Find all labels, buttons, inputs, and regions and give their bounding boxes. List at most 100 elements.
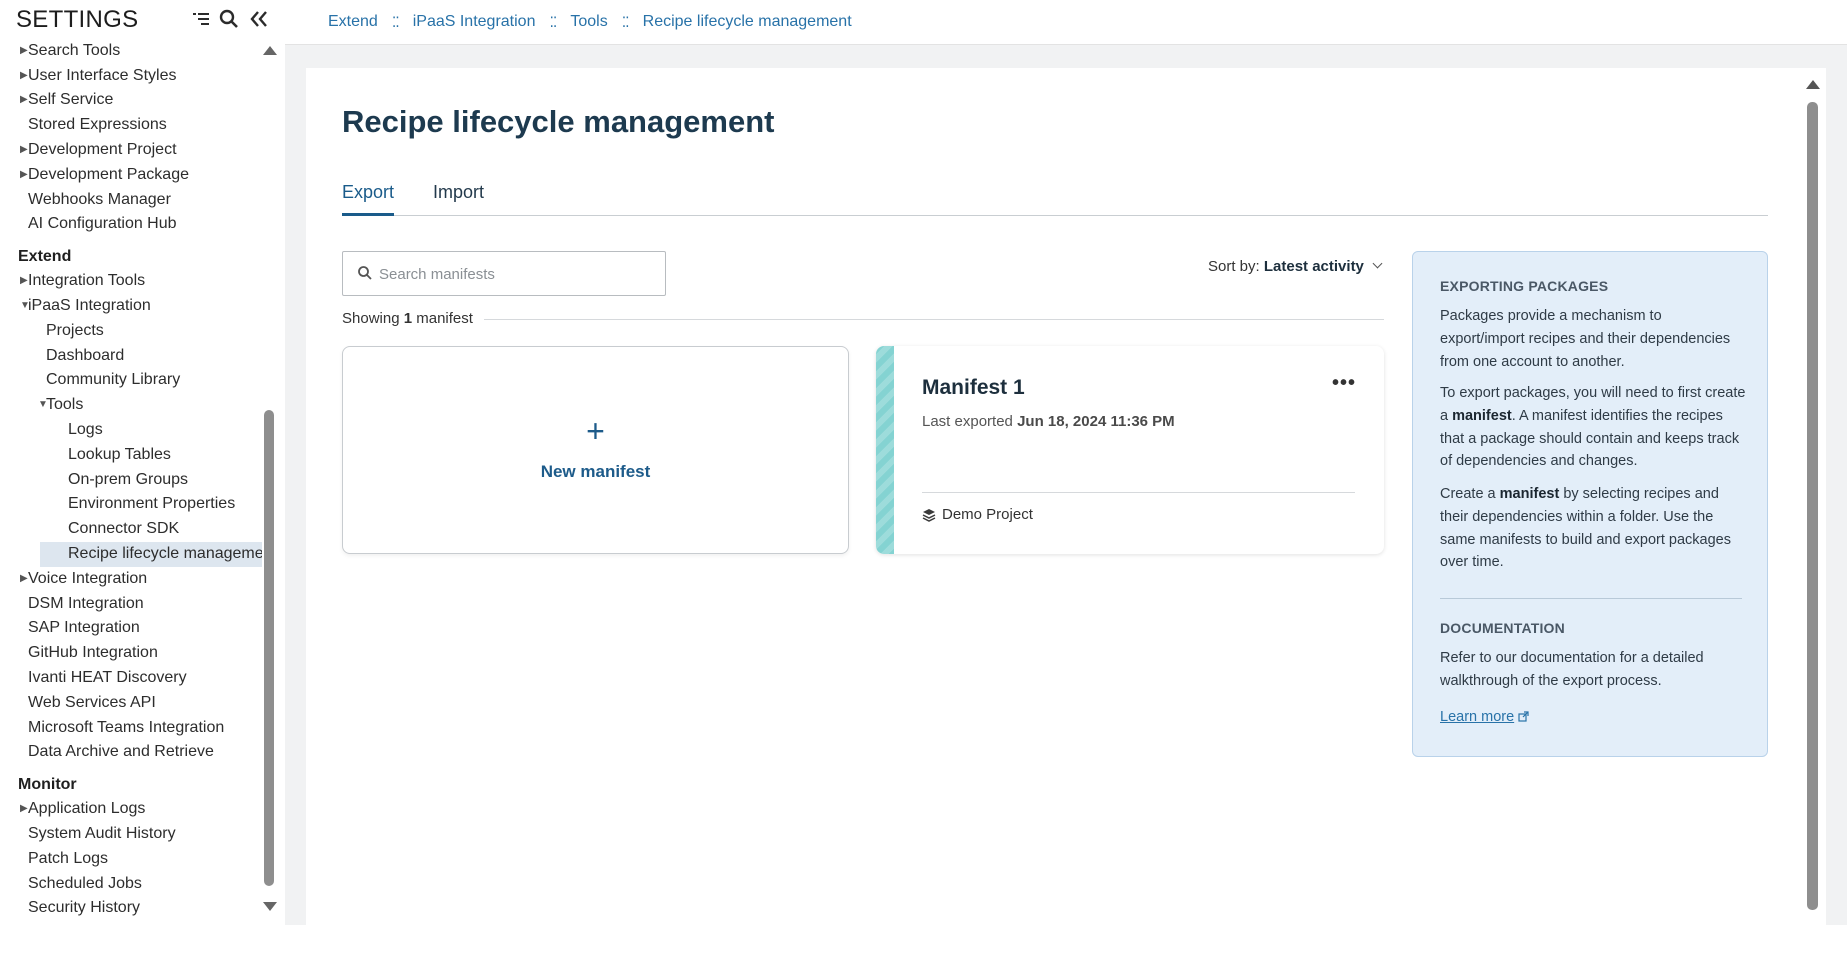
- search-icon[interactable]: [218, 8, 240, 30]
- sidebar-item[interactable]: ▶ Voice Integration: [0, 567, 262, 592]
- sidebar-item-label: Lookup Tables: [68, 445, 171, 463]
- sidebar-item[interactable]: AI Configuration Hub: [0, 212, 262, 237]
- main-scroll-thumb[interactable]: [1807, 102, 1818, 910]
- manifest-color-stripe: [876, 346, 894, 554]
- sidebar-scrollbar[interactable]: [262, 36, 277, 926]
- main-scrollbar[interactable]: [1804, 76, 1820, 912]
- sidebar-item[interactable]: ▼ iPaaS Integration: [0, 294, 262, 319]
- new-manifest-button[interactable]: + New manifest: [342, 346, 849, 554]
- breadcrumb-separator-icon: ⁚⁚: [549, 13, 557, 30]
- sidebar-item-label: Dashboard: [46, 346, 125, 364]
- learn-more-link[interactable]: Learn more: [1440, 709, 1529, 725]
- sidebar-item-label: Ivanti HEAT Discovery: [28, 668, 187, 686]
- search-icon: [357, 265, 373, 281]
- search-box[interactable]: [342, 251, 666, 296]
- sidebar-item[interactable]: System Audit History: [0, 822, 262, 847]
- manifest-last-exported: Last exported Jun 18, 2024 11:36 PM: [922, 413, 1175, 430]
- breadcrumb-separator-icon: ⁚⁚: [391, 13, 400, 30]
- sidebar-item[interactable]: Microsoft Teams Integration: [0, 716, 262, 741]
- sidebar-item[interactable]: Environment Properties: [0, 492, 262, 517]
- breadcrumb-separator-icon: ⁚⁚: [621, 13, 630, 30]
- last-exported-date: Jun 18, 2024 11:36 PM: [1017, 413, 1175, 430]
- sidebar-item-label: Development Project: [28, 140, 177, 158]
- breadcrumb-link[interactable]: iPaaS Integration: [413, 13, 536, 31]
- sidebar-tree: ▶Reports▶Search Tools▶User Interface Sty…: [0, 36, 262, 921]
- search-manifests-input[interactable]: [379, 261, 659, 287]
- sidebar-item-label: Stored Expressions: [28, 116, 167, 134]
- sidebar-item[interactable]: Ivanti HEAT Discovery: [0, 666, 262, 691]
- sidebar-item-label: Data Archive and Retrieve: [28, 743, 214, 761]
- sidebar-section-heading: Extend: [18, 248, 72, 266]
- sidebar-item[interactable]: ▼ Tools: [0, 393, 262, 418]
- sidebar-item-label: SAP Integration: [28, 619, 140, 637]
- sidebar-item-label: Security History: [28, 899, 141, 917]
- sidebar-item[interactable]: Recipe lifecycle managemer: [40, 541, 262, 567]
- sidebar-item[interactable]: On-prem Groups: [0, 468, 262, 493]
- external-link-icon: [1518, 710, 1529, 722]
- sidebar-item[interactable]: GitHub Integration: [0, 641, 262, 666]
- sidebar-item-label: iPaaS Integration: [28, 296, 151, 314]
- sidebar-item-label: Search Tools: [28, 41, 121, 59]
- sidebar-item-label: Application Logs: [28, 800, 146, 818]
- results-count: Showing 1 manifest: [342, 310, 473, 327]
- sidebar-header: SETTINGS: [0, 0, 285, 36]
- info-text: Create a: [1440, 486, 1500, 502]
- info-heading-exporting: EXPORTING PACKAGES: [1440, 278, 1609, 294]
- scroll-up-arrow-icon[interactable]: [263, 46, 277, 55]
- sidebar-item[interactable]: ▶ Application Logs: [0, 797, 262, 822]
- sidebar-item-label: Web Services API: [28, 693, 156, 711]
- page-title: Recipe lifecycle management: [342, 104, 775, 139]
- sort-value: Latest activity: [1263, 258, 1364, 275]
- collapse-double-chevron-icon[interactable]: [248, 8, 270, 30]
- sort-dropdown[interactable]: Sort by: Latest activity: [1208, 258, 1383, 275]
- sidebar-item[interactable]: Projects: [0, 319, 262, 344]
- breadcrumb-link[interactable]: Extend: [328, 13, 378, 31]
- sidebar-item[interactable]: Web Services API: [0, 691, 262, 716]
- scroll-up-arrow-icon[interactable]: [1806, 80, 1820, 89]
- tab-import[interactable]: Import: [433, 180, 484, 216]
- sidebar-item[interactable]: Dashboard: [0, 344, 262, 369]
- divider: [1440, 598, 1742, 599]
- sidebar-item[interactable]: Logs: [0, 418, 262, 443]
- info-heading-documentation: DOCUMENTATION: [1440, 620, 1565, 636]
- manifest-title[interactable]: Manifest 1: [922, 376, 1025, 400]
- sidebar-item[interactable]: Webhooks Manager: [0, 188, 262, 213]
- sidebar-item[interactable]: Security History: [0, 896, 262, 921]
- sidebar-item[interactable]: Stored Expressions: [0, 113, 262, 138]
- sidebar-item[interactable]: DSM Integration: [0, 592, 262, 617]
- sidebar-item[interactable]: Lookup Tables: [0, 443, 262, 468]
- window-bottom-edge: [0, 926, 1847, 962]
- breadcrumb-link[interactable]: Tools: [570, 13, 607, 31]
- learn-more-label: Learn more: [1440, 709, 1515, 725]
- sidebar-item[interactable]: SAP Integration: [0, 616, 262, 641]
- breadcrumb-current[interactable]: Recipe lifecycle management: [643, 13, 852, 31]
- sidebar-item[interactable]: Patch Logs: [0, 847, 262, 872]
- info-bold-text: manifest: [1499, 486, 1560, 502]
- tab-export[interactable]: Export: [342, 180, 395, 216]
- showing-count: 1: [403, 310, 413, 327]
- manifest-card[interactable]: Manifest 1 ••• Last exported Jun 18, 202…: [876, 346, 1384, 554]
- sidebar-item[interactable]: ▶ Search Tools: [0, 39, 262, 64]
- filter-tree-icon[interactable]: [190, 8, 212, 30]
- showing-suffix: manifest: [416, 310, 473, 327]
- more-options-icon[interactable]: •••: [1332, 373, 1356, 393]
- divider: [484, 319, 1384, 320]
- sidebar-item[interactable]: ▶ Development Project: [0, 138, 262, 163]
- sidebar-section-heading: Monitor: [18, 776, 77, 794]
- sidebar-item[interactable]: ▶ Integration Tools: [0, 269, 262, 294]
- info-bold-text: manifest: [1452, 407, 1512, 424]
- sidebar-scroll-thumb[interactable]: [264, 410, 274, 886]
- sidebar-item-label: Integration Tools: [28, 272, 146, 290]
- breadcrumb: Extend ⁚⁚ iPaaS Integration ⁚⁚ Tools ⁚⁚ …: [328, 13, 852, 31]
- scroll-down-arrow-icon[interactable]: [263, 902, 277, 911]
- sidebar-item[interactable]: ▶ Self Service: [0, 88, 262, 113]
- sidebar-item[interactable]: Data Archive and Retrieve: [0, 740, 262, 765]
- sidebar-item-label: On-prem Groups: [68, 470, 189, 488]
- sidebar-item[interactable]: Community Library: [0, 368, 262, 393]
- sidebar-item[interactable]: ▶ Development Package: [0, 163, 262, 188]
- sidebar-item-label: Projects: [46, 321, 104, 339]
- sidebar-item[interactable]: Scheduled Jobs: [0, 872, 262, 897]
- last-exported-label: Last exported: [922, 413, 1013, 430]
- sidebar-item[interactable]: Connector SDK: [0, 517, 262, 542]
- sidebar-item[interactable]: ▶ User Interface Styles: [0, 64, 262, 89]
